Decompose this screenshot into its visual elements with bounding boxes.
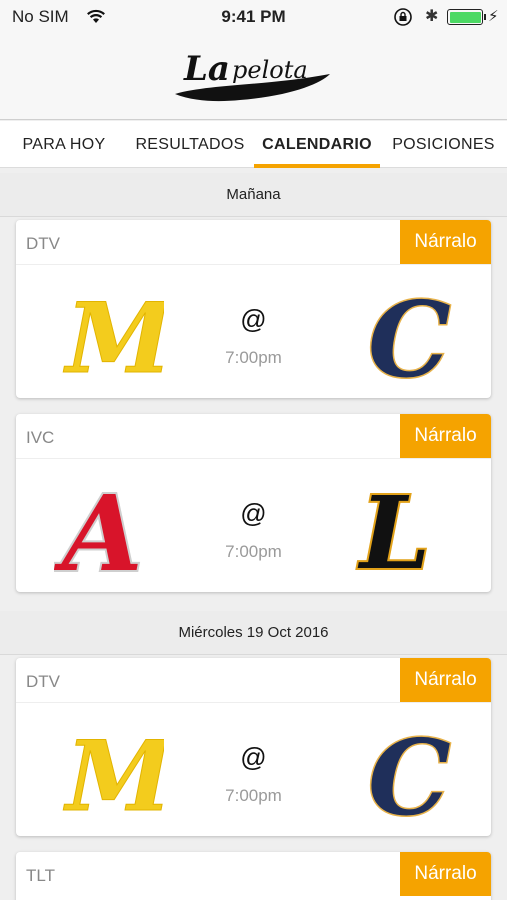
bluetooth-icon: ✱	[425, 8, 439, 25]
date-header: Mañana	[0, 173, 507, 217]
caracas-c-logo: C	[367, 280, 453, 390]
date-header: Miércoles 19 Oct 2016	[0, 611, 507, 655]
tab-calendario[interactable]: CALENDARIO	[254, 121, 380, 168]
card-divider	[16, 264, 491, 265]
narralo-button[interactable]: Nárralo	[400, 852, 491, 896]
svg-text:C: C	[368, 718, 451, 828]
la-pelota-logo: La pelota	[175, 49, 330, 102]
app-header: La pelota	[0, 34, 507, 120]
game-card[interactable]: DTV Nárralo M @ 7:00pm C	[16, 220, 491, 398]
svg-text:pelota: pelota	[232, 56, 308, 84]
charging-icon: ⚡	[488, 8, 499, 25]
tab-posiciones[interactable]: POSICIONES	[380, 121, 507, 168]
svg-text:M: M	[63, 282, 164, 390]
battery-tip	[484, 14, 486, 20]
card-divider	[16, 458, 491, 459]
game-card[interactable]: IVC Nárralo A @ 7:00pm L	[16, 414, 491, 592]
tv-channel: TLT	[26, 866, 55, 885]
tab-resultados[interactable]: RESULTADOS	[128, 121, 252, 168]
card-divider	[16, 702, 491, 703]
narralo-button[interactable]: Nárralo	[400, 220, 491, 264]
tab-bar: PARA HOY RESULTADOS CALENDARIO POSICIONE…	[0, 121, 507, 168]
tv-channel: DTV	[26, 672, 60, 691]
svg-text:L: L	[357, 474, 430, 584]
svg-text:La: La	[183, 49, 230, 89]
lara-l-logo: L	[355, 474, 432, 584]
narralo-button[interactable]: Nárralo	[400, 414, 491, 458]
svg-text:A: A	[54, 474, 143, 584]
anzoategui-a-logo: A	[54, 474, 145, 584]
status-bar: No SIM 9:41 PM ✱ ⚡	[0, 0, 507, 34]
tv-channel: IVC	[26, 428, 55, 447]
svg-text:C: C	[368, 280, 451, 390]
magallanes-m-logo: M	[63, 720, 165, 829]
game-card[interactable]: TLT Nárralo	[16, 852, 491, 900]
tab-para-hoy[interactable]: PARA HOY	[0, 121, 128, 168]
narralo-button[interactable]: Nárralo	[400, 658, 491, 702]
rotation-lock-icon	[394, 8, 412, 26]
tv-channel: DTV	[26, 234, 60, 253]
magallanes-m-logo: M	[63, 282, 165, 391]
game-card[interactable]: DTV Nárralo M @ 7:00pm C	[16, 658, 491, 836]
battery-fill	[449, 11, 481, 23]
battery-icon	[447, 9, 483, 25]
caracas-c-logo: C	[367, 718, 453, 828]
svg-text:M: M	[63, 720, 164, 828]
